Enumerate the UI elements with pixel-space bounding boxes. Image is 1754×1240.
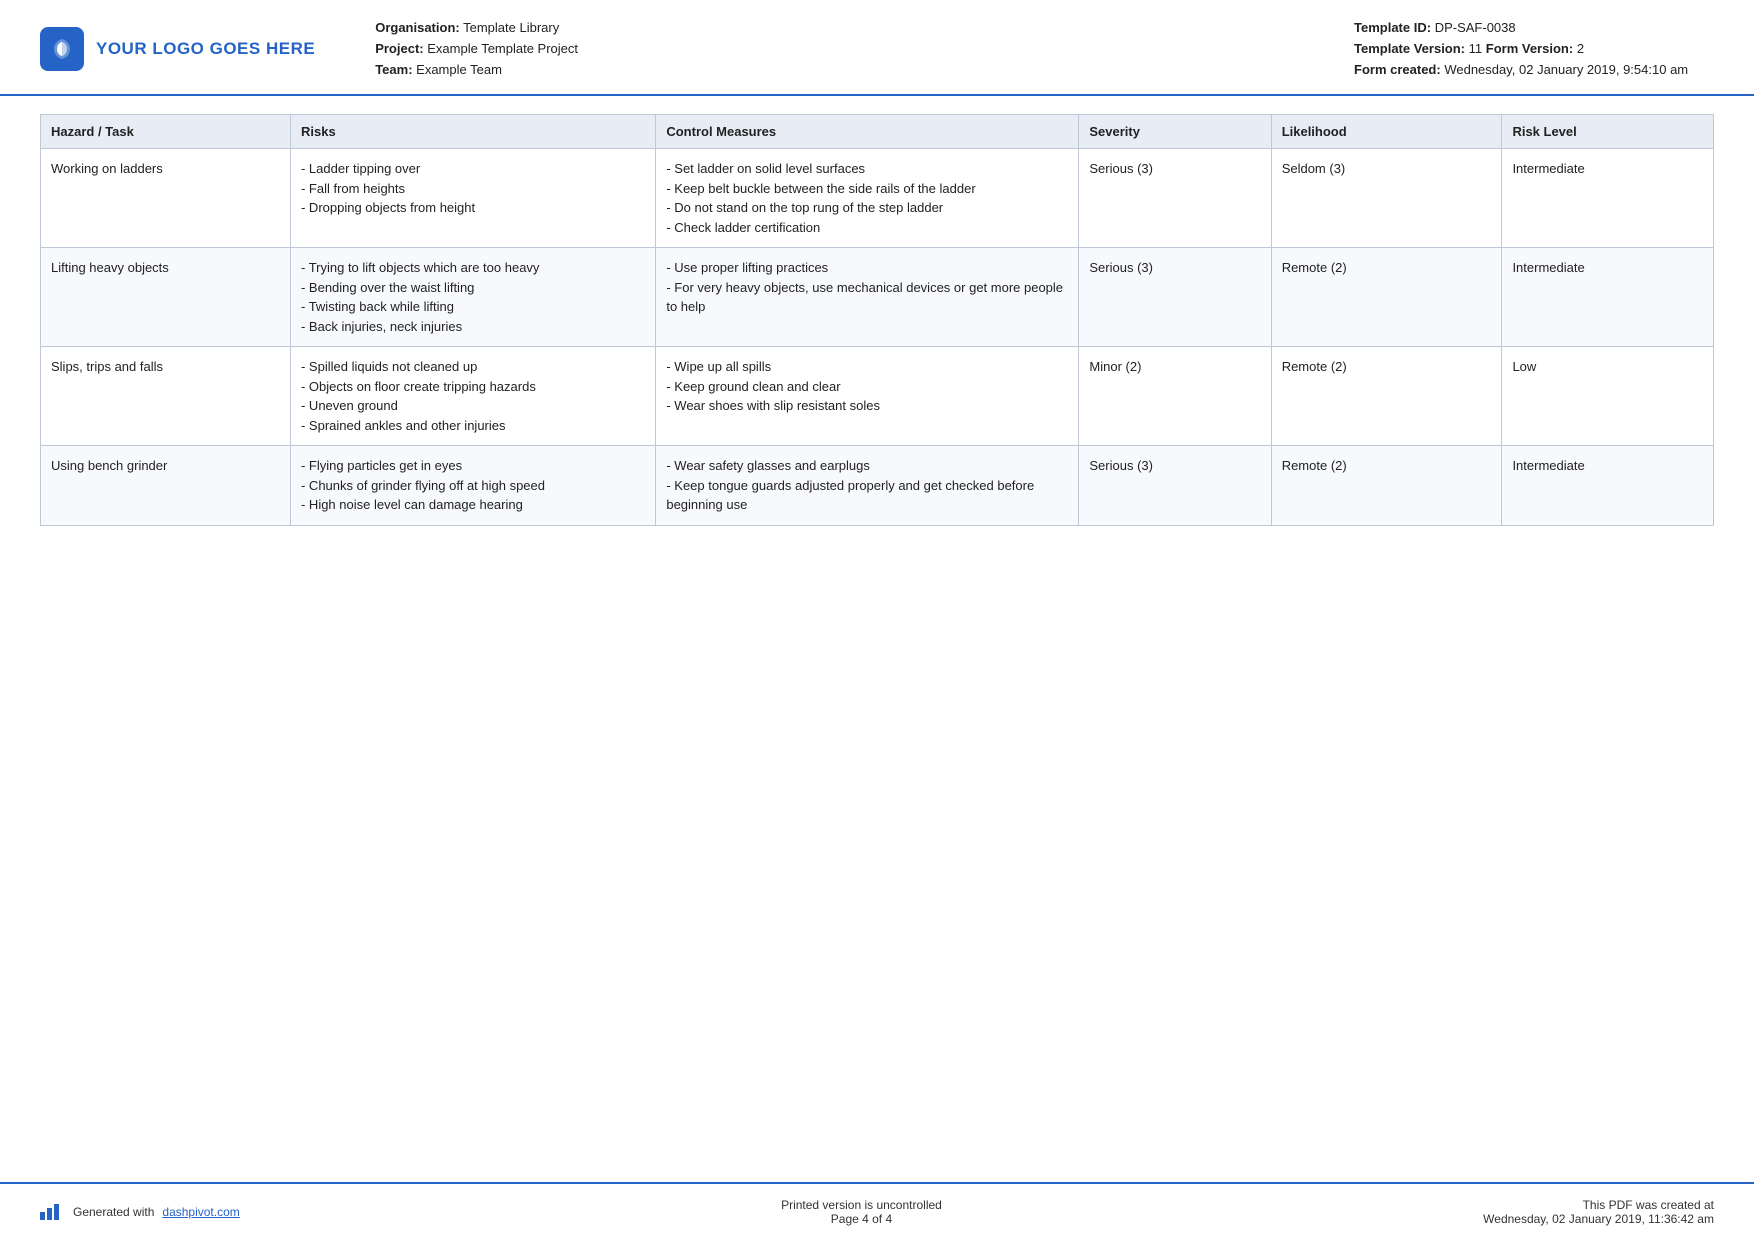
cell-risks: - Ladder tipping over- Fall from heights… [290,149,655,248]
pdf-created-label: This PDF was created at [1483,1198,1714,1212]
template-version-value: 11 [1469,41,1483,56]
dashpivot-icon [40,1204,59,1220]
print-notice: Printed version is uncontrolled [781,1198,942,1212]
table-row: Using bench grinder- Flying particles ge… [41,446,1714,526]
table-row: Slips, trips and falls- Spilled liquids … [41,347,1714,446]
table-container: Hazard / Task Risks Control Measures Sev… [0,96,1754,1182]
cell-severity: Serious (3) [1079,446,1271,526]
col-header-likelihood: Likelihood [1271,115,1502,149]
page-label: Page 4 of 4 [781,1212,942,1226]
cell-likelihood: Remote (2) [1271,248,1502,347]
cell-hazard: Lifting heavy objects [41,248,291,347]
cell-severity: Serious (3) [1079,248,1271,347]
cell-risks: - Flying particles get in eyes- Chunks o… [290,446,655,526]
table-header-row: Hazard / Task Risks Control Measures Sev… [41,115,1714,149]
org-label: Organisation: [375,20,460,35]
cell-likelihood: Remote (2) [1271,446,1502,526]
cell-controls: - Set ladder on solid level surfaces- Ke… [656,149,1079,248]
col-header-risks: Risks [290,115,655,149]
cell-risk-level: Intermediate [1502,149,1714,248]
footer-right: This PDF was created at Wednesday, 02 Ja… [1483,1198,1714,1226]
project-value: Example Template Project [427,41,578,56]
table-row: Lifting heavy objects- Trying to lift ob… [41,248,1714,347]
logo-area: YOUR LOGO GOES HERE [40,27,315,71]
cell-hazard: Using bench grinder [41,446,291,526]
generated-label: Generated with [73,1205,154,1219]
cell-controls: - Wear safety glasses and earplugs- Keep… [656,446,1079,526]
form-created-value: Wednesday, 02 January 2019, 9:54:10 am [1444,62,1688,77]
cell-severity: Minor (2) [1079,347,1271,446]
cell-controls: - Use proper lifting practices- For very… [656,248,1079,347]
generated-link[interactable]: dashpivot.com [162,1205,239,1219]
cell-hazard: Slips, trips and falls [41,347,291,446]
template-id-value: DP-SAF-0038 [1435,20,1516,35]
cell-risks: - Spilled liquids not cleaned up- Object… [290,347,655,446]
footer-center: Printed version is uncontrolled Page 4 o… [781,1198,942,1226]
team-value: Example Team [416,62,502,77]
cell-risk-level: Intermediate [1502,446,1714,526]
table-row: Working on ladders- Ladder tipping over-… [41,149,1714,248]
cell-risks: - Trying to lift objects which are too h… [290,248,655,347]
col-header-hazard: Hazard / Task [41,115,291,149]
cell-severity: Serious (3) [1079,149,1271,248]
cell-risk-level: Intermediate [1502,248,1714,347]
risk-table: Hazard / Task Risks Control Measures Sev… [40,114,1714,526]
cell-hazard: Working on ladders [41,149,291,248]
col-header-controls: Control Measures [656,115,1079,149]
org-value: Template Library [463,20,559,35]
cell-likelihood: Remote (2) [1271,347,1502,446]
footer-left: Generated with dashpivot.com [40,1204,240,1220]
template-id-label: Template ID: [1354,20,1431,35]
project-label: Project: [375,41,423,56]
col-header-severity: Severity [1079,115,1271,149]
form-created-label: Form created: [1354,62,1441,77]
cell-controls: - Wipe up all spills- Keep ground clean … [656,347,1079,446]
header-middle: Organisation: Template Library Project: … [315,18,1354,80]
page-header: YOUR LOGO GOES HERE Organisation: Templa… [0,0,1754,96]
page-footer: Generated with dashpivot.com Printed ver… [0,1182,1754,1240]
logo-icon [40,27,84,71]
form-version-value: 2 [1577,41,1584,56]
col-header-risk-level: Risk Level [1502,115,1714,149]
header-right: Template ID: DP-SAF-0038 Template Versio… [1354,18,1714,80]
template-version-label: Template Version: [1354,41,1465,56]
form-version-label: Form Version: [1486,41,1573,56]
pdf-created-value: Wednesday, 02 January 2019, 11:36:42 am [1483,1212,1714,1226]
team-label: Team: [375,62,412,77]
cell-likelihood: Seldom (3) [1271,149,1502,248]
logo-text: YOUR LOGO GOES HERE [96,39,315,59]
cell-risk-level: Low [1502,347,1714,446]
